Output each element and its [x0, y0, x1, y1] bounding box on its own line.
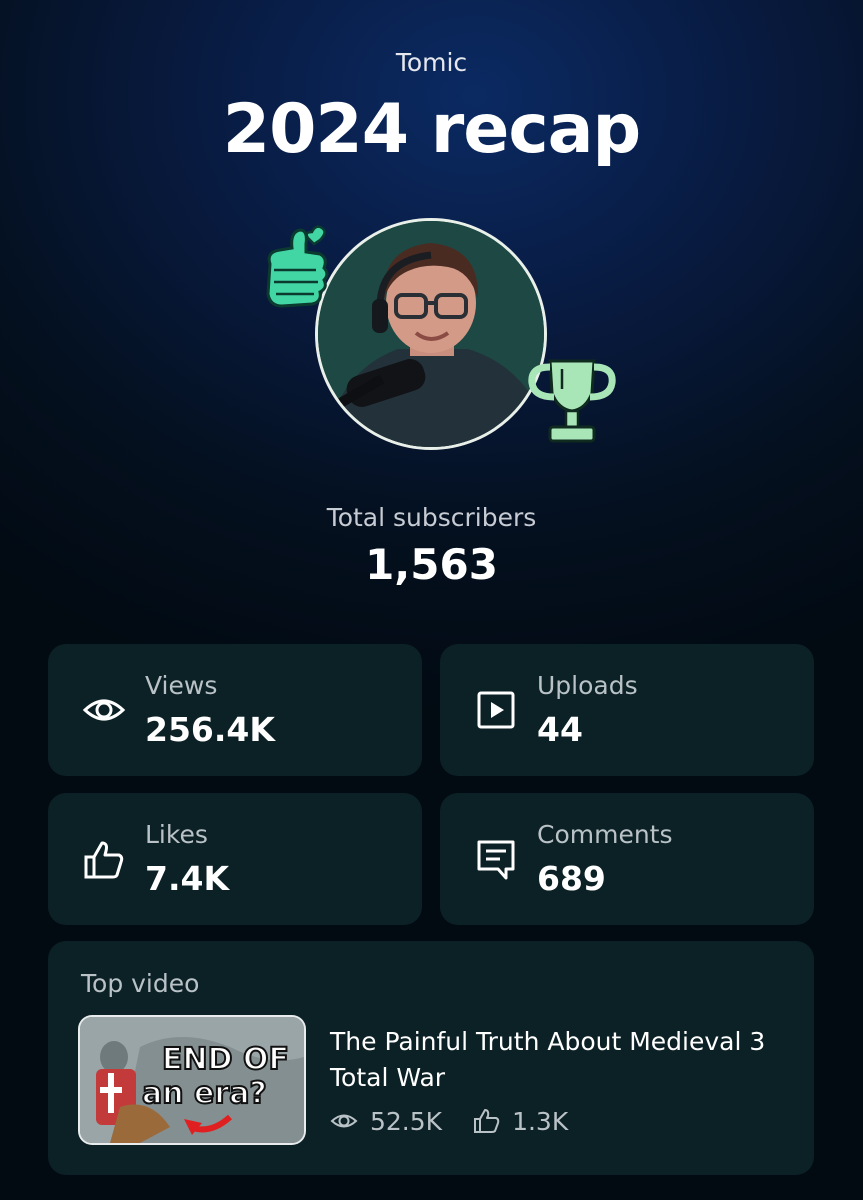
views-value: 256.4K: [145, 710, 275, 749]
likes-label: Likes: [145, 820, 208, 849]
channel-name: Tomic: [395, 48, 468, 77]
avatar-frame: [315, 218, 547, 450]
eye-icon: [82, 699, 126, 721]
video-likes: 1.3K: [512, 1106, 569, 1136]
trophy-sticker-icon: [528, 359, 616, 443]
top-video-card[interactable]: Top video END OF an era? The Painful Tru…: [48, 941, 814, 1175]
thumbnail-text-line1: END OF: [162, 1042, 289, 1077]
page-title: 2024 recap: [222, 90, 641, 169]
comment-icon: [477, 840, 515, 880]
video-views: 52.5K: [370, 1106, 443, 1136]
video-meta: 52.5K 1.3K: [330, 1106, 568, 1136]
top-video-label: Top video: [81, 969, 200, 998]
play-square-icon: [477, 691, 515, 729]
thumbs-up-icon: [84, 841, 124, 879]
uploads-label: Uploads: [537, 671, 638, 700]
uploads-value: 44: [537, 710, 583, 749]
eye-icon: [330, 1114, 358, 1128]
views-card: Views 256.4K: [48, 644, 422, 776]
uploads-card: Uploads 44: [440, 644, 814, 776]
comments-label: Comments: [537, 820, 673, 849]
comments-card: Comments 689: [440, 793, 814, 925]
comments-value: 689: [537, 859, 606, 898]
thumbnail-text-line2: an era?: [142, 1076, 267, 1111]
views-label: Views: [145, 671, 218, 700]
video-thumbnail[interactable]: END OF an era?: [80, 1017, 304, 1143]
likes-value: 7.4K: [145, 859, 230, 898]
thumbnail-art: END OF an era?: [80, 1017, 304, 1143]
subscribers-count: 1,563: [365, 540, 498, 589]
thumbs-up-heart-sticker-icon: [266, 225, 329, 308]
subscribers-label: Total subscribers: [326, 503, 537, 532]
likes-card: Likes 7.4K: [48, 793, 422, 925]
avatar-illustration: [318, 221, 544, 447]
video-title[interactable]: The Painful Truth About Medieval 3 Total…: [330, 1024, 790, 1096]
thumbs-up-icon: [474, 1109, 500, 1133]
avatar: [318, 221, 544, 447]
